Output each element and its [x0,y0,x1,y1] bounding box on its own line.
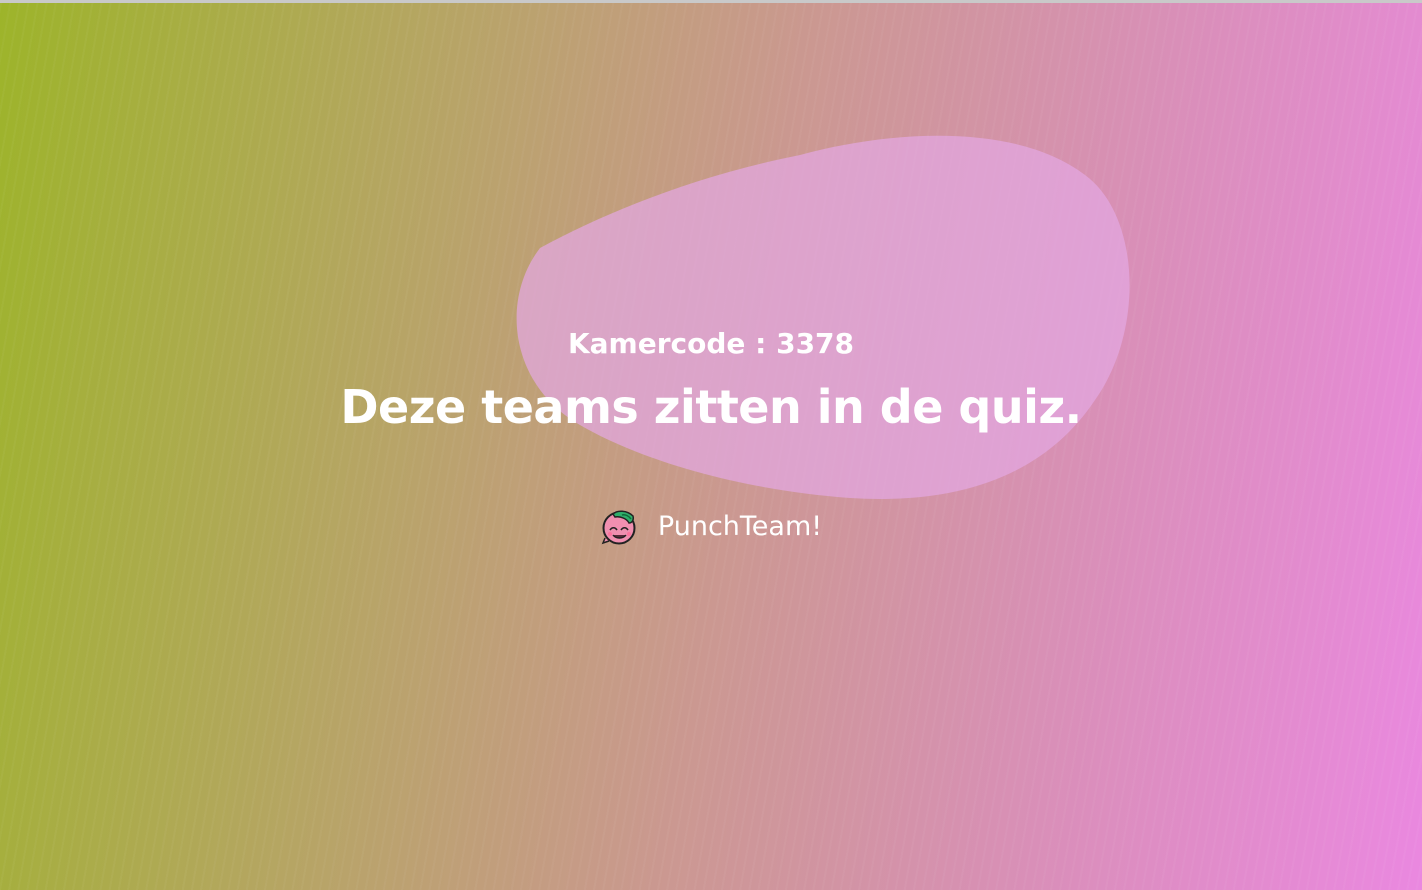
lobby-content: Kamercode : 3378 Deze teams zitten in de… [0,0,1422,890]
team-list: PunchTeam! [0,507,1422,547]
top-border [0,0,1422,3]
room-code-label: Kamercode [567,327,746,360]
team-item: PunchTeam! [600,507,822,547]
smiling-creature-icon [601,510,636,545]
page-title: Deze teams zitten in de quiz. [340,380,1082,434]
team-name: PunchTeam! [657,511,823,542]
room-code: Kamercode : 3378 [0,324,1422,364]
room-code-value: 3378 [776,327,855,360]
room-code-separator: : [745,327,777,360]
